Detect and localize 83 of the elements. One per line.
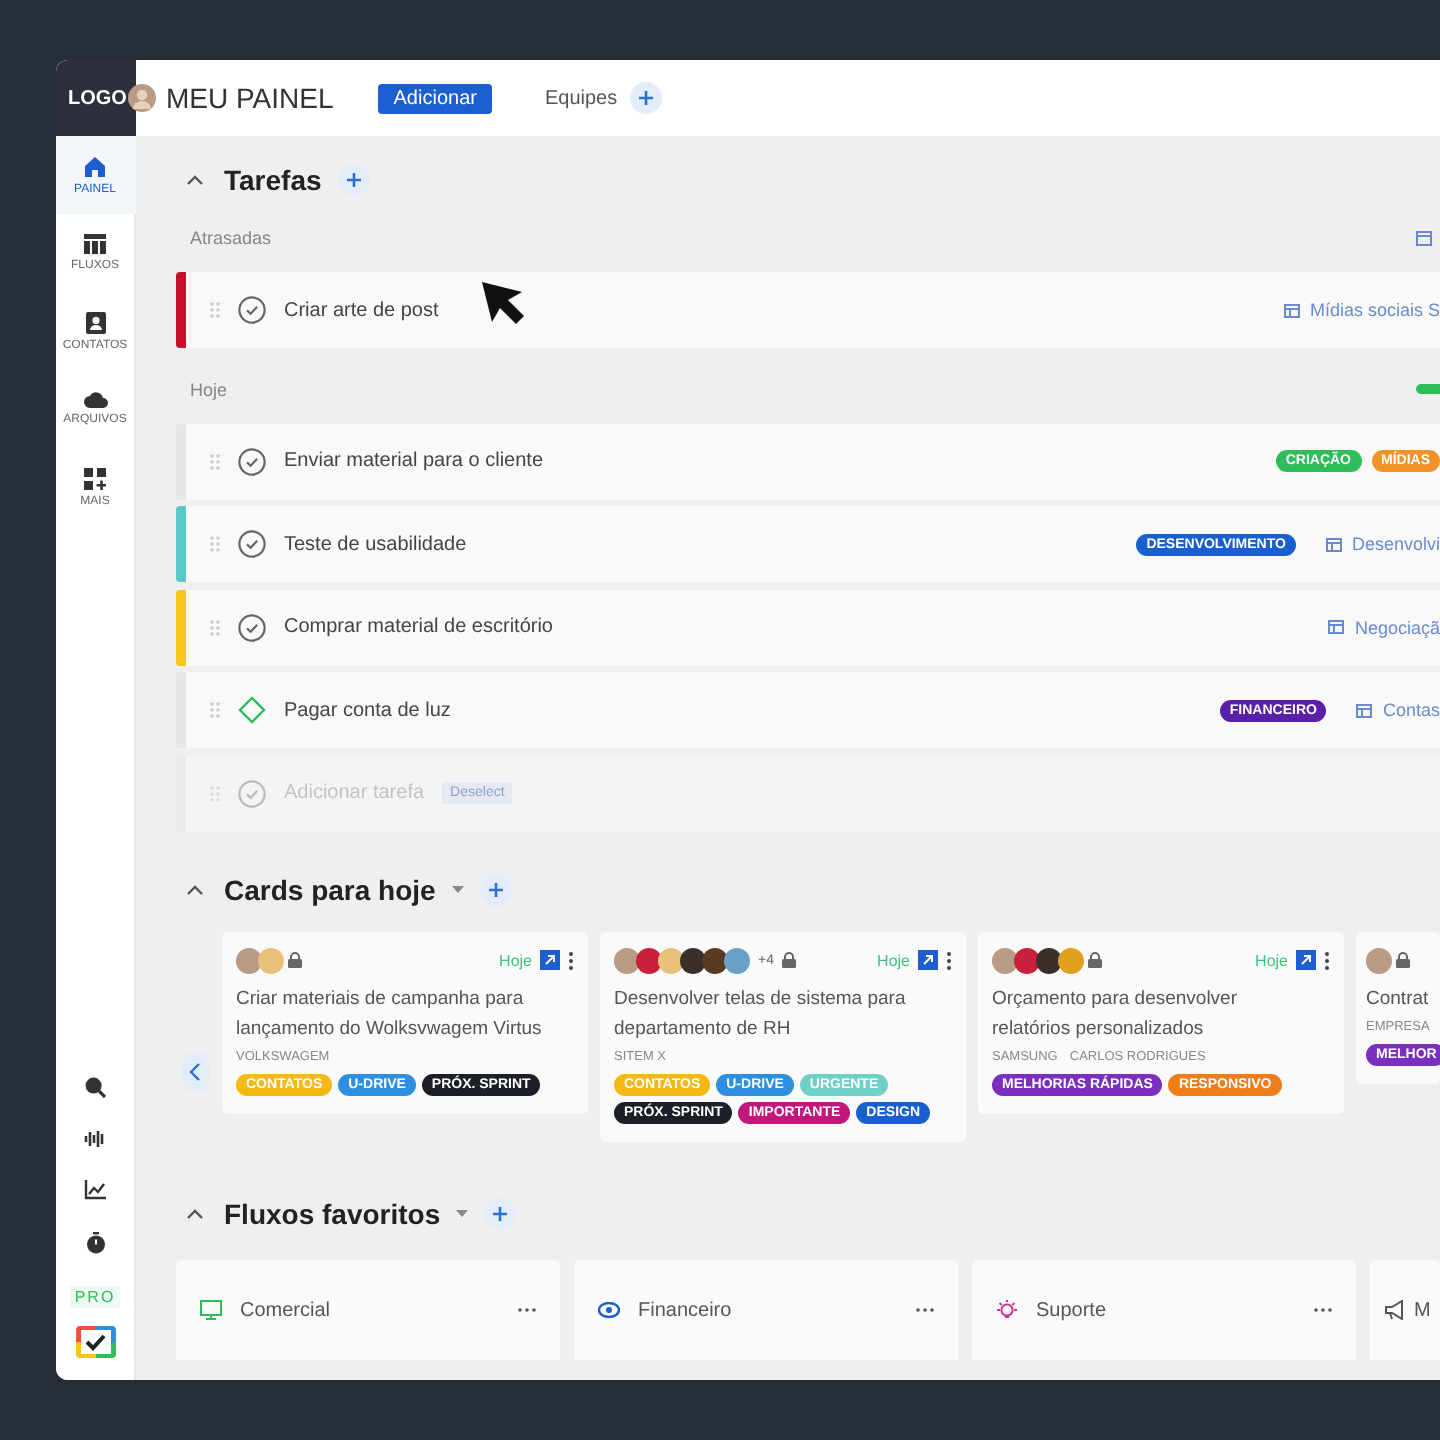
task-title: Criar arte de post bbox=[284, 299, 439, 321]
monitor-icon bbox=[200, 1300, 222, 1320]
timer-icon[interactable] bbox=[85, 1232, 105, 1254]
cursor-icon bbox=[480, 280, 528, 328]
add-button[interactable]: Adicionar bbox=[377, 83, 493, 113]
drag-handle-icon[interactable] bbox=[210, 302, 220, 318]
caret-icon[interactable] bbox=[451, 886, 464, 894]
add-button[interactable] bbox=[479, 874, 512, 906]
lock-icon bbox=[1088, 952, 1102, 968]
flow-name: Comercial bbox=[240, 1299, 331, 1321]
task-row[interactable]: Criar arte de post Mídias sociais S bbox=[186, 272, 1440, 348]
flow-name: M bbox=[1414, 1299, 1431, 1321]
more-icon[interactable] bbox=[1324, 951, 1330, 969]
flow-card[interactable]: Suporte bbox=[972, 1260, 1356, 1360]
flow-card[interactable]: Financeiro bbox=[574, 1260, 958, 1360]
waveform-icon[interactable] bbox=[84, 1130, 106, 1148]
section-title: Fluxos favoritos bbox=[224, 1198, 441, 1230]
flow-card[interactable]: Comercial bbox=[176, 1260, 560, 1360]
check-circle-icon[interactable] bbox=[238, 296, 266, 324]
search-icon[interactable] bbox=[84, 1076, 106, 1098]
check-circle-icon bbox=[238, 779, 266, 807]
card-title: Contrat bbox=[1366, 986, 1431, 1014]
avatar[interactable] bbox=[128, 84, 156, 112]
section-title: Cards para hoje bbox=[224, 874, 436, 906]
previous-button[interactable] bbox=[182, 1052, 210, 1092]
drag-handle-icon[interactable] bbox=[210, 536, 220, 552]
collapse-icon[interactable] bbox=[186, 174, 204, 186]
pro-badge: PRO bbox=[70, 1286, 120, 1308]
drag-handle-icon[interactable] bbox=[210, 702, 220, 718]
drag-handle-icon[interactable] bbox=[210, 453, 220, 469]
due-label: Hoje bbox=[1255, 951, 1288, 969]
add-button[interactable] bbox=[337, 164, 370, 196]
lock-icon bbox=[288, 952, 302, 968]
open-link-icon[interactable] bbox=[1296, 950, 1316, 970]
line-chart-icon[interactable] bbox=[84, 1180, 106, 1200]
collapse-icon[interactable] bbox=[186, 884, 204, 896]
check-circle-icon[interactable] bbox=[238, 447, 266, 475]
lightbulb-icon bbox=[996, 1299, 1018, 1321]
teams-link[interactable]: Equipes bbox=[544, 87, 618, 109]
board-icon bbox=[1325, 537, 1342, 551]
task-title: Teste de usabilidade bbox=[284, 533, 467, 555]
group-label: Hoje bbox=[190, 379, 228, 399]
open-link-icon[interactable] bbox=[918, 950, 938, 970]
lock-icon bbox=[781, 952, 796, 968]
drag-handle-icon[interactable] bbox=[210, 619, 220, 635]
megaphone-icon bbox=[1384, 1300, 1406, 1320]
board-icon bbox=[1356, 703, 1373, 717]
board-icon bbox=[1283, 303, 1300, 317]
more-icon[interactable] bbox=[946, 951, 952, 969]
collapse-icon[interactable] bbox=[186, 1208, 204, 1220]
check-circle-icon[interactable] bbox=[238, 530, 266, 558]
group-label: Atrasadas bbox=[190, 228, 272, 248]
due-label: Hoje bbox=[877, 951, 910, 969]
card-title: Criar materiais de campanha para lançamento do Wolksvwagem Virtus bbox=[236, 986, 544, 1044]
card-title: Desenvolver telas de sistema para departamento de RH bbox=[614, 986, 908, 1044]
grid-plus-icon bbox=[84, 467, 106, 489]
lock-icon bbox=[1396, 952, 1410, 968]
task-row[interactable]: Comprar material de escritório Negociaçã bbox=[186, 589, 1440, 665]
task-title: Pagar conta de luz bbox=[284, 699, 451, 721]
calendar-icon[interactable] bbox=[1416, 230, 1432, 246]
add-button[interactable] bbox=[629, 82, 662, 114]
cloud-icon bbox=[83, 392, 107, 408]
section-title: Tarefas bbox=[224, 164, 322, 196]
flow-name: Suporte bbox=[1036, 1299, 1107, 1321]
caret-icon[interactable] bbox=[456, 1210, 469, 1218]
due-label: Hoje bbox=[499, 951, 532, 969]
more-icon[interactable] bbox=[568, 951, 574, 969]
flow-card[interactable]: M bbox=[1370, 1260, 1440, 1360]
logo[interactable]: LOGO bbox=[56, 60, 136, 136]
task-title: Comprar material de escritório bbox=[284, 616, 553, 638]
page-title: MEU PAINEL bbox=[166, 82, 334, 114]
task-title: Enviar material para o cliente bbox=[284, 450, 544, 472]
indicator-bar bbox=[1416, 384, 1440, 394]
board-icon bbox=[1328, 620, 1345, 634]
home-icon bbox=[84, 155, 106, 177]
card-title: Orçamento para desenvolver relatórios personalizados bbox=[992, 986, 1240, 1044]
contact-book-icon bbox=[85, 311, 105, 333]
add-button[interactable] bbox=[484, 1198, 517, 1230]
open-link-icon[interactable] bbox=[540, 950, 560, 970]
check-circle-icon[interactable] bbox=[238, 613, 266, 641]
table-icon bbox=[84, 234, 106, 254]
app-logo[interactable] bbox=[73, 1324, 117, 1360]
flow-name: Financeiro bbox=[638, 1299, 732, 1321]
